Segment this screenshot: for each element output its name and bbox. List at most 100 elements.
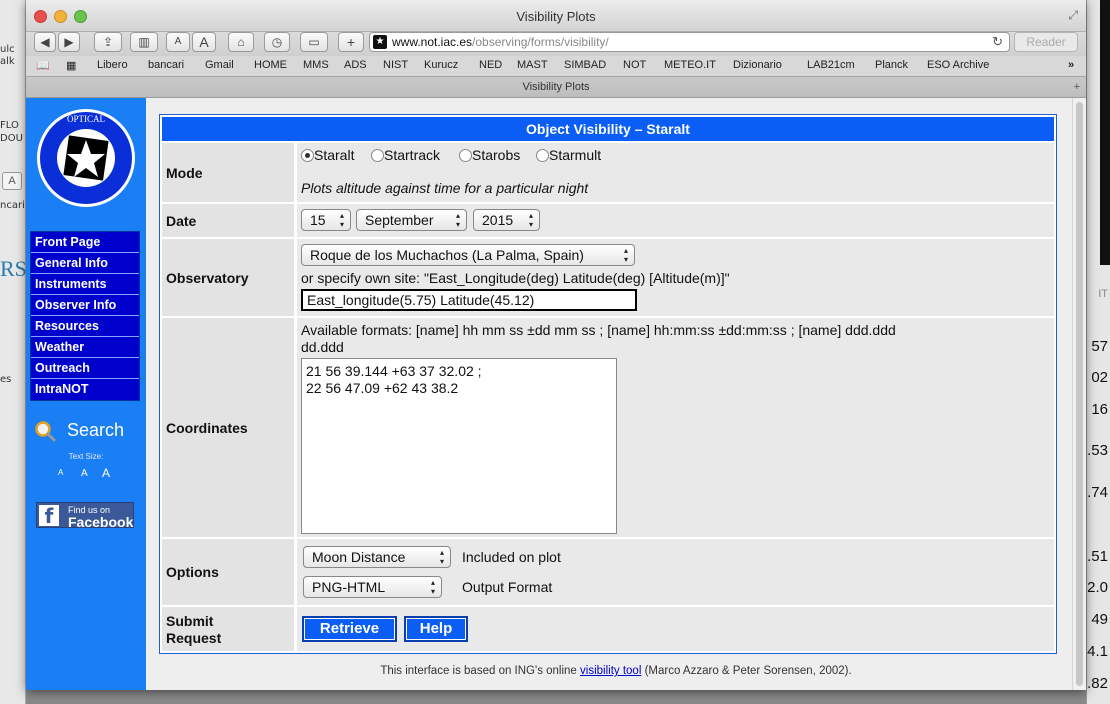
mode-label-text: Mode [166, 164, 203, 181]
bg-text: ncari [0, 200, 25, 211]
bookmark-item[interactable]: MMS [303, 59, 329, 71]
add-bookmark-icon[interactable]: + [338, 32, 364, 52]
bookmarks-book-icon[interactable]: 📖 [36, 59, 50, 72]
bookmark-item[interactable]: METEO.IT [664, 59, 716, 71]
bookmark-item[interactable]: NED [479, 59, 502, 71]
month-select[interactable]: September [356, 209, 467, 231]
facebook-badge[interactable]: f Find us on Facebook [36, 502, 134, 530]
bookmarks-overflow-icon[interactable]: » [1068, 59, 1074, 71]
facebook-f-icon: f [39, 505, 59, 527]
address-text[interactable]: www.not.iac.es/observing/forms/visibilit… [392, 33, 609, 51]
options-label-text: Options [166, 564, 219, 580]
radio-label: Starmult [549, 147, 602, 163]
bg-text: 2.0 [1087, 579, 1108, 596]
coordinates-label: Coordinates [162, 318, 294, 537]
moon-distance-select[interactable]: Moon Distance [303, 546, 451, 568]
observatory-row: Observatory Roque de los Muchachos (La P… [162, 239, 1054, 316]
site-search[interactable]: Search [34, 416, 144, 446]
text-larger-button[interactable]: A [192, 32, 216, 52]
address-bar[interactable]: ★ www.not.iac.es/observing/forms/visibil… [369, 32, 1010, 52]
fullscreen-icon[interactable]: ⤢ [1068, 8, 1078, 23]
visibility-tool-link[interactable]: visibility tool [580, 665, 641, 677]
retrieve-button[interactable]: Retrieve [302, 616, 397, 642]
text-smaller-button[interactable]: A [166, 32, 190, 52]
bookmark-item[interactable]: Kurucz [424, 59, 458, 71]
own-site-input[interactable]: East_longitude(5.75) Latitude(45.12) [301, 289, 637, 311]
radio-dot [371, 149, 384, 162]
day-select[interactable]: 15 [301, 209, 351, 231]
bookmark-item[interactable]: ADS [344, 59, 367, 71]
nav-resources[interactable]: Resources [31, 316, 139, 337]
bookmark-item[interactable]: ESO Archive [927, 59, 989, 71]
date-label: Date [162, 204, 294, 237]
options-row: Options Moon Distance Included on plot P… [162, 539, 1054, 605]
background-window-bottom [26, 690, 1086, 704]
reload-icon[interactable]: ↻ [992, 33, 1003, 51]
web-page: OPTICAL Front Page General Info Instrume… [26, 98, 1086, 690]
bookmark-item[interactable]: Libero [97, 59, 128, 71]
mode-hint: Plots altitude against time for a partic… [301, 180, 589, 196]
nav-front-page[interactable]: Front Page [31, 232, 139, 253]
reader-button[interactable]: Reader [1014, 32, 1078, 52]
observatory-select[interactable]: Roque de los Muchachos (La Palma, Spain) [301, 244, 635, 266]
footer-text-after: (Marco Azzaro & Peter Sorensen, 2002). [641, 665, 852, 677]
coordinates-textarea[interactable]: 21 56 39.144 +63 37 32.02 ; 22 56 47.09 … [301, 358, 617, 534]
back-button[interactable]: ◀ [34, 32, 56, 52]
bookmark-item[interactable]: LAB21cm [807, 59, 855, 71]
forward-button[interactable]: ▶ [58, 32, 80, 52]
home-icon[interactable]: ⌂ [228, 32, 254, 52]
scrollbar-thumb[interactable] [1076, 102, 1083, 686]
moon-distance-note: Included on plot [462, 549, 561, 565]
title-bar: Visibility Plots ⤢ [26, 0, 1086, 32]
bookmark-item[interactable]: Dizionario [733, 59, 782, 71]
radio-label: Starobs [472, 147, 521, 163]
year-select[interactable]: 2015 [473, 209, 540, 231]
nav-outreach[interactable]: Outreach [31, 358, 139, 379]
history-icon[interactable]: ◷ [264, 32, 290, 52]
nav-instruments[interactable]: Instruments [31, 274, 139, 295]
output-format-select[interactable]: PNG-HTML [303, 576, 442, 598]
tab-visibility-plots[interactable]: Visibility Plots [522, 81, 589, 93]
background-window-left: ulc alk FLO DOU A ncari RSI es [0, 0, 34, 704]
radio-starobs[interactable]: Starobs [459, 147, 520, 163]
bg-text: 4.1 [1087, 643, 1108, 660]
reading-list-icon[interactable]: ▭ [300, 32, 328, 52]
nav-general-info[interactable]: General Info [31, 253, 139, 274]
bookmark-item[interactable]: SIMBAD [564, 59, 606, 71]
search-label: Search [67, 420, 125, 440]
radio-staralt[interactable]: Staralt [301, 147, 354, 163]
radio-starmult[interactable]: Starmult [536, 147, 601, 163]
bookmark-item[interactable]: NOT [623, 59, 646, 71]
nav-weather[interactable]: Weather [31, 337, 139, 358]
nav-intranot[interactable]: IntraNOT [31, 379, 139, 400]
page-scrollbar[interactable] [1072, 98, 1086, 690]
bg-text: IT [1098, 288, 1108, 300]
bookmark-item[interactable]: MAST [517, 59, 548, 71]
help-button[interactable]: Help [404, 616, 468, 642]
bookmark-item[interactable]: Planck [875, 59, 908, 71]
share-icon[interactable]: ⇪ [94, 32, 122, 52]
nordic-optical-telescope-logo[interactable]: OPTICAL [36, 108, 136, 208]
bookmark-item[interactable]: Gmail [205, 59, 234, 71]
bookmark-item[interactable]: NIST [383, 59, 408, 71]
radio-startrack[interactable]: Startrack [371, 147, 440, 163]
text-size-small[interactable]: A [58, 468, 63, 477]
bookmarks-book-icon[interactable]: ▥ [130, 32, 158, 52]
submit-label: Submit Request [162, 607, 294, 651]
bg-text: 49 [1091, 611, 1108, 628]
new-tab-icon[interactable]: + [1074, 77, 1080, 98]
submit-value: Retrieve Help [297, 607, 1054, 651]
mode-label: Mode [162, 143, 294, 202]
text-size-large[interactable]: A [102, 466, 110, 480]
text-size-medium[interactable]: A [81, 468, 88, 479]
bookmark-item[interactable]: bancari [148, 59, 184, 71]
coordinates-row: Coordinates Available formats: [name] hh… [162, 318, 1054, 537]
nav-observer-info[interactable]: Observer Info [31, 295, 139, 316]
observatory-label-text: Observatory [166, 269, 249, 286]
date-label-text: Date [166, 212, 197, 229]
form-header: Object Visibility – Staralt [162, 117, 1054, 141]
bg-text: alk [0, 56, 15, 67]
bookmark-item[interactable]: HOME [254, 59, 287, 71]
background-window-right: IT 57 02 16 .53 .74 .51 2.0 49 4.1 .82 [1086, 0, 1110, 704]
top-sites-grid-icon[interactable]: ▦ [66, 59, 76, 72]
